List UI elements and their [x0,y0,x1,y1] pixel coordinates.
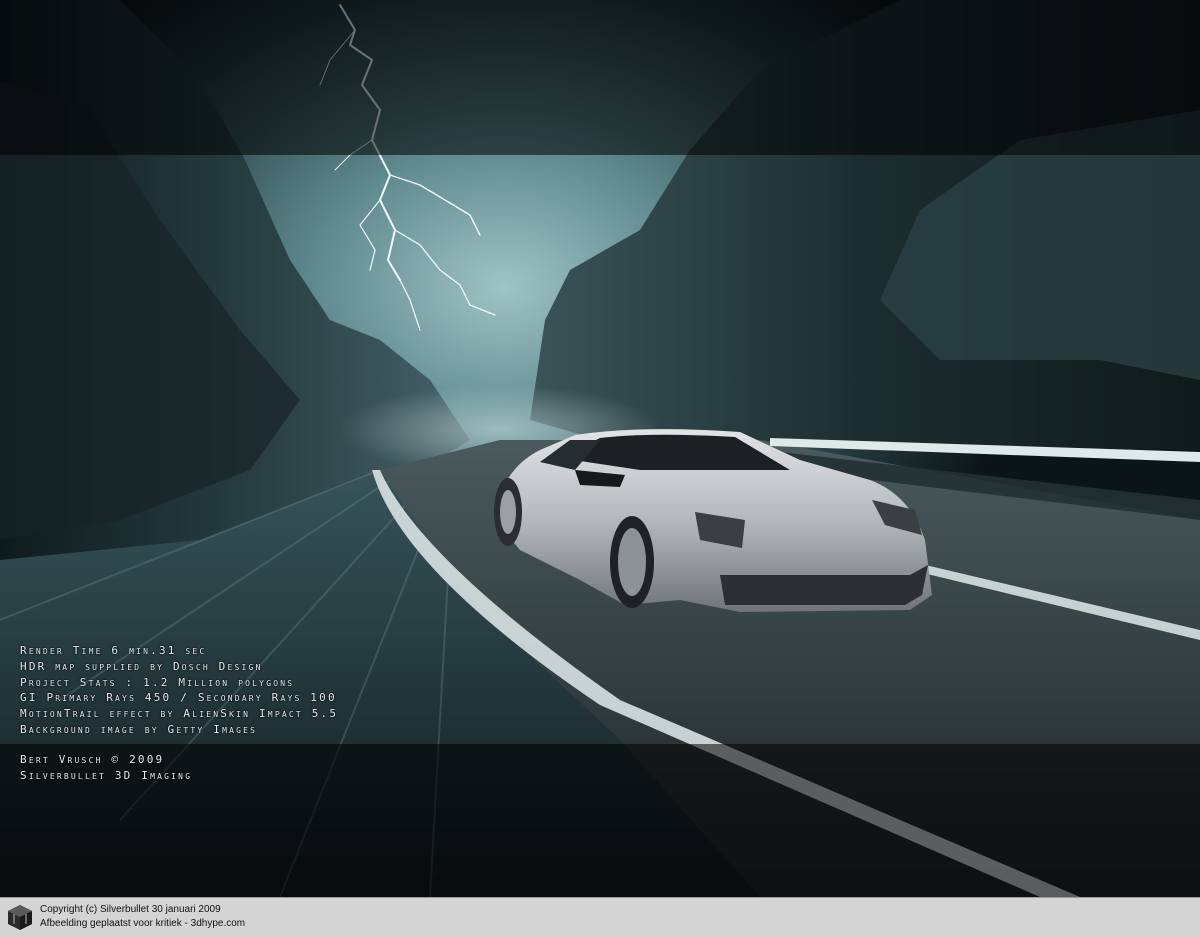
author-text: Bert Vrusch © 2009 [20,753,165,766]
hdr-map-text: HDR map supplied by Dosch Design [20,659,263,673]
3d-cube-icon [8,905,32,930]
render-credits: Render Time 6 min.31 sec HDR map supplie… [20,643,338,738]
posted-text: Afbeelding geplaatst voor kritiek - 3dhy… [40,918,246,929]
copyright-text: Copyright (c) Silverbullet 30 januari 20… [40,904,221,915]
artwork-scene: Render Time 6 min.31 sec HDR map supplie… [0,0,1200,897]
render-time-text: Render Time 6 min.31 sec [20,644,207,657]
project-stats-text: Project Stats : 1.2 Million polygons [20,675,295,689]
author-credits: Bert Vrusch © 2009 Silverbullet 3D Imagi… [20,752,192,784]
motion-trail-text: MotionTrail effect by AlienSkin Impact 5… [20,707,339,721]
top-dark-band [0,0,1200,155]
footer-bar: Copyright (c) Silverbullet 30 januari 20… [0,897,1200,937]
background-credit-text: Background image by Getty Images [20,722,258,736]
gi-rays-text: GI Primary Rays 450 / Secondary Rays 100 [20,691,337,705]
studio-text: Silverbullet 3D Imaging [20,768,193,782]
